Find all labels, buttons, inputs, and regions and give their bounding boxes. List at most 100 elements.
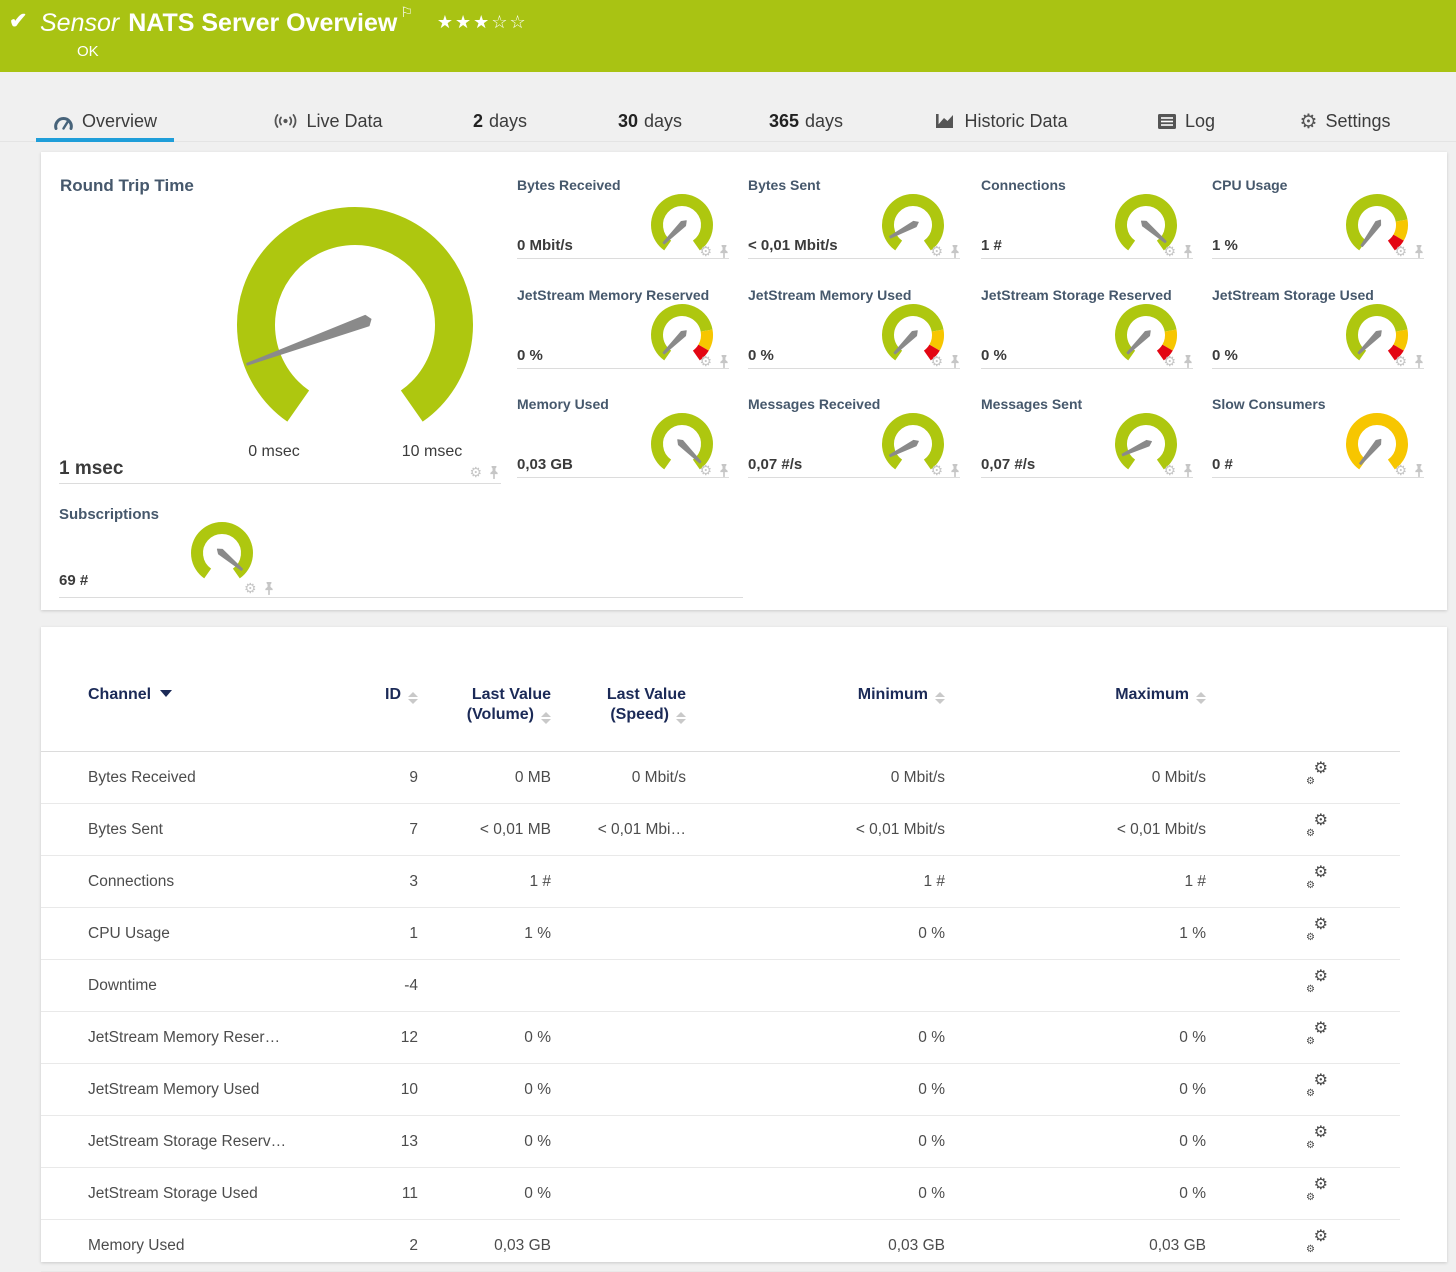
cell-minimum: 0 % <box>686 1081 945 1099</box>
gauge-cell-jetstream-memory-used[interactable]: JetStream Memory Used0 %⚙ <box>748 287 960 369</box>
cell-id: 13 <box>368 1133 418 1151</box>
gauge-cell-round-trip-time[interactable]: Round Trip Time 0 msec 10 msec 1 msec ⚙ <box>59 166 501 484</box>
channel-settings-gears-icon[interactable]: ⚙⚙ <box>1305 1076 1329 1098</box>
tab-label: Historic Data <box>964 111 1067 132</box>
column-header-maximum[interactable]: Maximum <box>945 685 1206 725</box>
gauge-title: CPU Usage <box>1212 177 1287 193</box>
gauge-cell-bytes-received[interactable]: Bytes Received0 Mbit/s⚙ <box>517 177 729 259</box>
column-header-id[interactable]: ID <box>368 685 418 725</box>
gauge-title: Bytes Sent <box>748 177 820 193</box>
channel-settings-gears-icon[interactable]: ⚙⚙ <box>1305 1180 1329 1202</box>
cell-last-value-volume: 0 MB <box>418 769 551 787</box>
gauge-settings-gear-icon[interactable]: ⚙ <box>1394 244 1407 258</box>
pin-icon[interactable] <box>489 466 499 479</box>
sensor-title: NATS Server Overview <box>128 9 397 37</box>
gauge-cell-jetstream-storage-reserved[interactable]: JetStream Storage Reserved0 %⚙ <box>981 287 1193 369</box>
gauge-cell-messages-received[interactable]: Messages Received0,07 #/s⚙ <box>748 396 960 478</box>
tab-live-data[interactable]: Live Data <box>258 100 398 142</box>
pin-icon[interactable] <box>1183 464 1193 477</box>
column-header-channel[interactable]: Channel <box>88 685 368 725</box>
table-header-row: Channel ID Last Value (Volume) Last Valu… <box>41 685 1428 725</box>
tab-2-days[interactable]: 2days <box>446 100 554 142</box>
tab-bar: Overview Live Data 2days 30days 365days Histo… <box>0 100 1456 142</box>
pin-icon[interactable] <box>1414 245 1424 258</box>
tab-365-days[interactable]: 365days <box>746 100 866 142</box>
gauge-cell-subscriptions[interactable]: Subscriptions 69 # ⚙ <box>59 504 743 598</box>
gauge-settings-gear-icon[interactable]: ⚙ <box>1394 354 1407 368</box>
tab-settings[interactable]: ⚙Settings <box>1280 100 1410 142</box>
cell-last-value-volume: 0 % <box>418 1029 551 1047</box>
gauge-settings-gear-icon[interactable]: ⚙ <box>930 463 943 477</box>
pin-icon[interactable] <box>719 464 729 477</box>
channel-settings-gears-icon[interactable]: ⚙⚙ <box>1305 972 1329 994</box>
pin-icon[interactable] <box>950 464 960 477</box>
cell-id: -4 <box>368 977 418 995</box>
cell-id: 11 <box>368 1185 418 1203</box>
pin-icon[interactable] <box>264 582 274 595</box>
cell-maximum: 0 % <box>945 1081 1206 1099</box>
channel-settings-gears-icon[interactable]: ⚙⚙ <box>1305 1128 1329 1150</box>
priority-flag-icon[interactable]: ⚐ <box>400 4 413 20</box>
cell-channel: Connections <box>88 873 368 891</box>
column-header-last-value-volume[interactable]: Last Value (Volume) <box>418 685 551 725</box>
gauge-cell-cpu-usage[interactable]: CPU Usage 1 % ⚙ <box>1212 177 1424 259</box>
gauge-needle <box>1140 219 1168 245</box>
tab-log[interactable]: Log <box>1136 100 1236 142</box>
column-header-minimum[interactable]: Minimum <box>686 685 945 725</box>
gauge-title: Round Trip Time <box>60 176 194 196</box>
gauge-settings-gear-icon[interactable]: ⚙ <box>699 463 712 477</box>
gauge-cell-memory-used[interactable]: Memory Used0,03 GB⚙ <box>517 396 729 478</box>
gauge-settings-gear-icon[interactable]: ⚙ <box>699 354 712 368</box>
gauge-cell-connections[interactable]: Connections1 #⚙ <box>981 177 1193 259</box>
table-row: JetStream Storage Reserv…130 %0 %0 %⚙⚙ <box>41 1116 1400 1168</box>
gauge-arc <box>174 519 270 585</box>
cell-maximum: 0 % <box>945 1133 1206 1151</box>
pin-icon[interactable] <box>719 355 729 368</box>
gauge-cell-messages-sent[interactable]: Messages Sent0,07 #/s⚙ <box>981 396 1193 478</box>
gauge-needle <box>1358 437 1383 465</box>
gauge-title: Memory Used <box>517 396 609 412</box>
channel-settings-gears-icon[interactable]: ⚙⚙ <box>1305 1232 1329 1254</box>
tab-historic-data[interactable]: Historic Data <box>906 100 1096 142</box>
channel-settings-gears-icon[interactable]: ⚙⚙ <box>1305 920 1329 942</box>
gauge-cell-jetstream-memory-reserved[interactable]: JetStream Memory Reserved0 %⚙ <box>517 287 729 369</box>
gauge-cell-slow-consumers[interactable]: Slow Consumers0 #⚙ <box>1212 396 1424 478</box>
channel-settings-gears-icon[interactable]: ⚙⚙ <box>1305 764 1329 786</box>
pin-icon[interactable] <box>1414 355 1424 368</box>
gauge-settings-gear-icon[interactable]: ⚙ <box>699 244 712 258</box>
cell-last-value-volume: 1 % <box>418 925 551 943</box>
tab-number: 2 <box>473 111 483 132</box>
cell-id: 7 <box>368 821 418 839</box>
gauge-settings-gear-icon[interactable]: ⚙ <box>1163 244 1176 258</box>
tab-30-days[interactable]: 30days <box>595 100 705 142</box>
gauge-cell-jetstream-storage-used[interactable]: JetStream Storage Used0 %⚙ <box>1212 287 1424 369</box>
channel-settings-gears-icon[interactable]: ⚙⚙ <box>1305 868 1329 890</box>
pin-icon[interactable] <box>950 355 960 368</box>
gauge-value: 1 % <box>1212 237 1238 254</box>
table-row: JetStream Storage Used110 %0 %0 %⚙⚙ <box>41 1168 1400 1220</box>
gauge-settings-gear-icon[interactable]: ⚙ <box>469 465 482 479</box>
pin-icon[interactable] <box>1414 464 1424 477</box>
gauge-settings-gear-icon[interactable]: ⚙ <box>930 354 943 368</box>
gauge-cell-bytes-sent[interactable]: Bytes Sent< 0,01 Mbit/s⚙ <box>748 177 960 259</box>
priority-stars[interactable]: ★★★☆☆ <box>437 12 528 32</box>
channel-settings-gears-icon[interactable]: ⚙⚙ <box>1305 816 1329 838</box>
pin-icon[interactable] <box>1183 355 1193 368</box>
gauge-settings-gear-icon[interactable]: ⚙ <box>1394 463 1407 477</box>
table-body: Bytes Received90 MB0 Mbit/s0 Mbit/s0 Mbi… <box>41 751 1400 1272</box>
gauge-value: 0 Mbit/s <box>517 237 573 254</box>
pin-icon[interactable] <box>950 245 960 258</box>
gauge-settings-gear-icon[interactable]: ⚙ <box>1163 463 1176 477</box>
cell-last-value-speed: 0 Mbit/s <box>551 769 686 787</box>
round-trip-time-gauge[interactable] <box>210 203 500 443</box>
pin-icon[interactable] <box>1183 245 1193 258</box>
cell-minimum: 1 # <box>686 873 945 891</box>
gauge-settings-gear-icon[interactable]: ⚙ <box>930 244 943 258</box>
cell-minimum: 0 Mbit/s <box>686 769 945 787</box>
gauge-settings-gear-icon[interactable]: ⚙ <box>244 581 257 595</box>
pin-icon[interactable] <box>719 245 729 258</box>
column-header-last-value-speed[interactable]: Last Value (Speed) <box>551 685 686 725</box>
channel-settings-gears-icon[interactable]: ⚙⚙ <box>1305 1024 1329 1046</box>
gauge-settings-gear-icon[interactable]: ⚙ <box>1163 354 1176 368</box>
tab-overview[interactable]: Overview <box>36 100 174 142</box>
